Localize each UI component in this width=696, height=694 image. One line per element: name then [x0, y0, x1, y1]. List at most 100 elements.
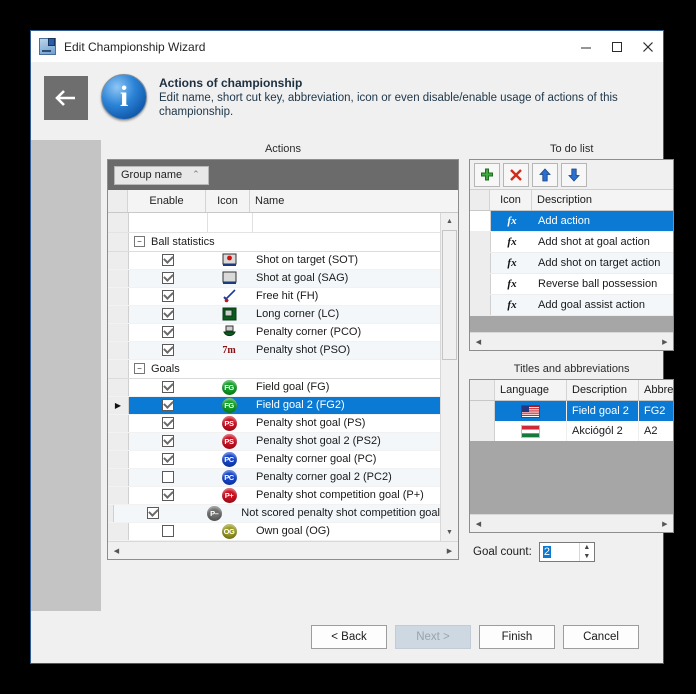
- titles-horizontal-scrollbar[interactable]: ◀ ▶: [470, 514, 674, 532]
- table-row[interactable]: Free hit (FH): [108, 287, 440, 306]
- enable-checkbox[interactable]: [162, 254, 174, 267]
- table-row[interactable]: 7m Penalty shot (PSO): [108, 341, 440, 360]
- enable-checkbox[interactable]: [162, 290, 174, 303]
- new-row-placeholder[interactable]: [108, 213, 440, 233]
- minimize-icon[interactable]: [570, 31, 601, 62]
- table-row-selected[interactable]: ▶ FG Field goal 2 (FG2): [108, 396, 440, 415]
- scroll-thumb[interactable]: [442, 230, 457, 360]
- scroll-up-icon[interactable]: ▲: [441, 213, 458, 230]
- scroll-down-icon[interactable]: ▼: [441, 524, 458, 541]
- table-row[interactable]: Shot at goal (SAG): [108, 269, 440, 288]
- group-panel-band[interactable]: Group name ⌃: [108, 160, 458, 190]
- back-button[interactable]: < Back: [311, 625, 387, 649]
- scroll-track-horizontal[interactable]: [125, 543, 441, 558]
- back-arrow-icon[interactable]: [44, 76, 88, 120]
- column-header-enable[interactable]: Enable: [128, 190, 206, 212]
- scroll-right-icon[interactable]: ▶: [656, 516, 673, 531]
- maximize-icon[interactable]: [601, 31, 632, 62]
- enable-checkbox[interactable]: [162, 471, 174, 484]
- goal-count-stepper[interactable]: 2 ▲ ▼: [538, 542, 595, 562]
- enable-cell[interactable]: [129, 451, 207, 468]
- table-row[interactable]: FG Field goal (FG): [108, 378, 440, 397]
- table-row[interactable]: PC Penalty corner goal 2 (PC2): [108, 468, 440, 487]
- group-name-chip[interactable]: Group name ⌃: [114, 165, 209, 185]
- enable-cell[interactable]: [129, 270, 207, 287]
- enable-checkbox[interactable]: [147, 507, 160, 520]
- stepper-down-icon[interactable]: ▼: [583, 553, 590, 560]
- goal-count-value-wrap[interactable]: 2: [540, 546, 579, 558]
- enable-cell[interactable]: [129, 415, 207, 432]
- enable-checkbox[interactable]: [162, 453, 174, 466]
- scroll-right-icon[interactable]: ▶: [656, 334, 673, 349]
- sort-ascending-icon[interactable]: ⌃: [192, 169, 200, 180]
- add-icon[interactable]: [474, 162, 500, 187]
- enable-checkbox[interactable]: [162, 272, 174, 285]
- enable-cell[interactable]: [129, 379, 207, 396]
- table-row[interactable]: OG Own goal (OG): [108, 522, 440, 541]
- enable-checkbox[interactable]: [162, 399, 174, 412]
- scroll-left-icon[interactable]: ◀: [470, 334, 487, 349]
- collapse-icon[interactable]: −: [134, 236, 145, 248]
- actions-vertical-scrollbar[interactable]: ▲ ▼: [440, 213, 458, 541]
- goal-count-input[interactable]: 2: [542, 546, 551, 558]
- column-header-language[interactable]: Language: [495, 380, 567, 400]
- column-header-description[interactable]: Description: [532, 190, 673, 210]
- table-row[interactable]: PS Penalty shot goal (PS): [108, 414, 440, 433]
- scroll-left-icon[interactable]: ◀: [470, 516, 487, 531]
- scroll-track-horizontal[interactable]: [487, 516, 657, 531]
- enable-cell[interactable]: [129, 342, 207, 359]
- close-icon[interactable]: [632, 31, 663, 62]
- table-row[interactable]: PS Penalty shot goal 2 (PS2): [108, 432, 440, 451]
- enable-cell[interactable]: [129, 324, 207, 341]
- scroll-track[interactable]: [441, 230, 458, 524]
- enable-cell[interactable]: [129, 306, 207, 323]
- enable-cell[interactable]: [129, 397, 207, 414]
- scroll-track-horizontal[interactable]: [487, 334, 657, 349]
- enable-cell[interactable]: [129, 523, 207, 540]
- table-row[interactable]: Shot on target (SOT): [108, 251, 440, 270]
- cancel-button[interactable]: Cancel: [563, 625, 639, 649]
- scroll-left-icon[interactable]: ◀: [108, 543, 125, 558]
- list-item[interactable]: fx Add shot at goal action: [470, 232, 674, 253]
- delete-icon[interactable]: [503, 162, 529, 187]
- move-up-icon[interactable]: [532, 162, 558, 187]
- enable-cell[interactable]: [129, 469, 207, 486]
- enable-cell[interactable]: [129, 433, 207, 450]
- table-row[interactable]: PC Penalty corner goal (PC): [108, 450, 440, 469]
- enable-cell[interactable]: [114, 505, 192, 522]
- column-header-abbreviation[interactable]: Abbre: [639, 380, 673, 400]
- table-row[interactable]: Penalty corner (PCO): [108, 323, 440, 342]
- actions-horizontal-scrollbar[interactable]: ◀ ▶: [108, 541, 458, 559]
- enable-checkbox[interactable]: [162, 435, 174, 448]
- table-row[interactable]: Akciógól 2 A2: [470, 421, 674, 441]
- enable-checkbox[interactable]: [162, 525, 174, 538]
- enable-cell[interactable]: [129, 487, 207, 504]
- table-row[interactable]: Long corner (LC): [108, 305, 440, 324]
- enable-checkbox[interactable]: [162, 381, 174, 394]
- enable-checkbox[interactable]: [162, 417, 174, 430]
- todo-horizontal-scrollbar[interactable]: ◀ ▶: [470, 332, 674, 350]
- finish-button[interactable]: Finish: [479, 625, 555, 649]
- enable-cell[interactable]: [129, 252, 207, 269]
- list-item-selected[interactable]: fx Add action: [470, 211, 674, 232]
- enable-checkbox[interactable]: [162, 489, 174, 502]
- list-item[interactable]: fx Add goal assist action: [470, 295, 674, 316]
- column-header-icon[interactable]: Icon: [490, 190, 532, 210]
- group-row-goals[interactable]: − Goals: [108, 359, 440, 379]
- column-header-icon[interactable]: Icon: [206, 190, 250, 212]
- stepper-buttons[interactable]: ▲ ▼: [578, 543, 594, 561]
- enable-cell[interactable]: [129, 288, 207, 305]
- move-down-icon[interactable]: [561, 162, 587, 187]
- scroll-right-icon[interactable]: ▶: [441, 543, 458, 558]
- table-row[interactable]: P+ Penalty shot competition goal (P+): [108, 486, 440, 505]
- enable-checkbox[interactable]: [162, 308, 174, 321]
- enable-checkbox[interactable]: [162, 344, 174, 357]
- list-item[interactable]: fx Add shot on target action: [470, 253, 674, 274]
- group-row-ball-statistics[interactable]: − Ball statistics: [108, 232, 440, 252]
- collapse-icon[interactable]: −: [134, 363, 145, 375]
- table-row-selected[interactable]: Field goal 2 FG2: [470, 401, 674, 421]
- stepper-up-icon[interactable]: ▲: [583, 544, 590, 551]
- column-header-name[interactable]: Name: [250, 190, 458, 212]
- column-header-description[interactable]: Description: [567, 380, 639, 400]
- enable-checkbox[interactable]: [162, 326, 174, 339]
